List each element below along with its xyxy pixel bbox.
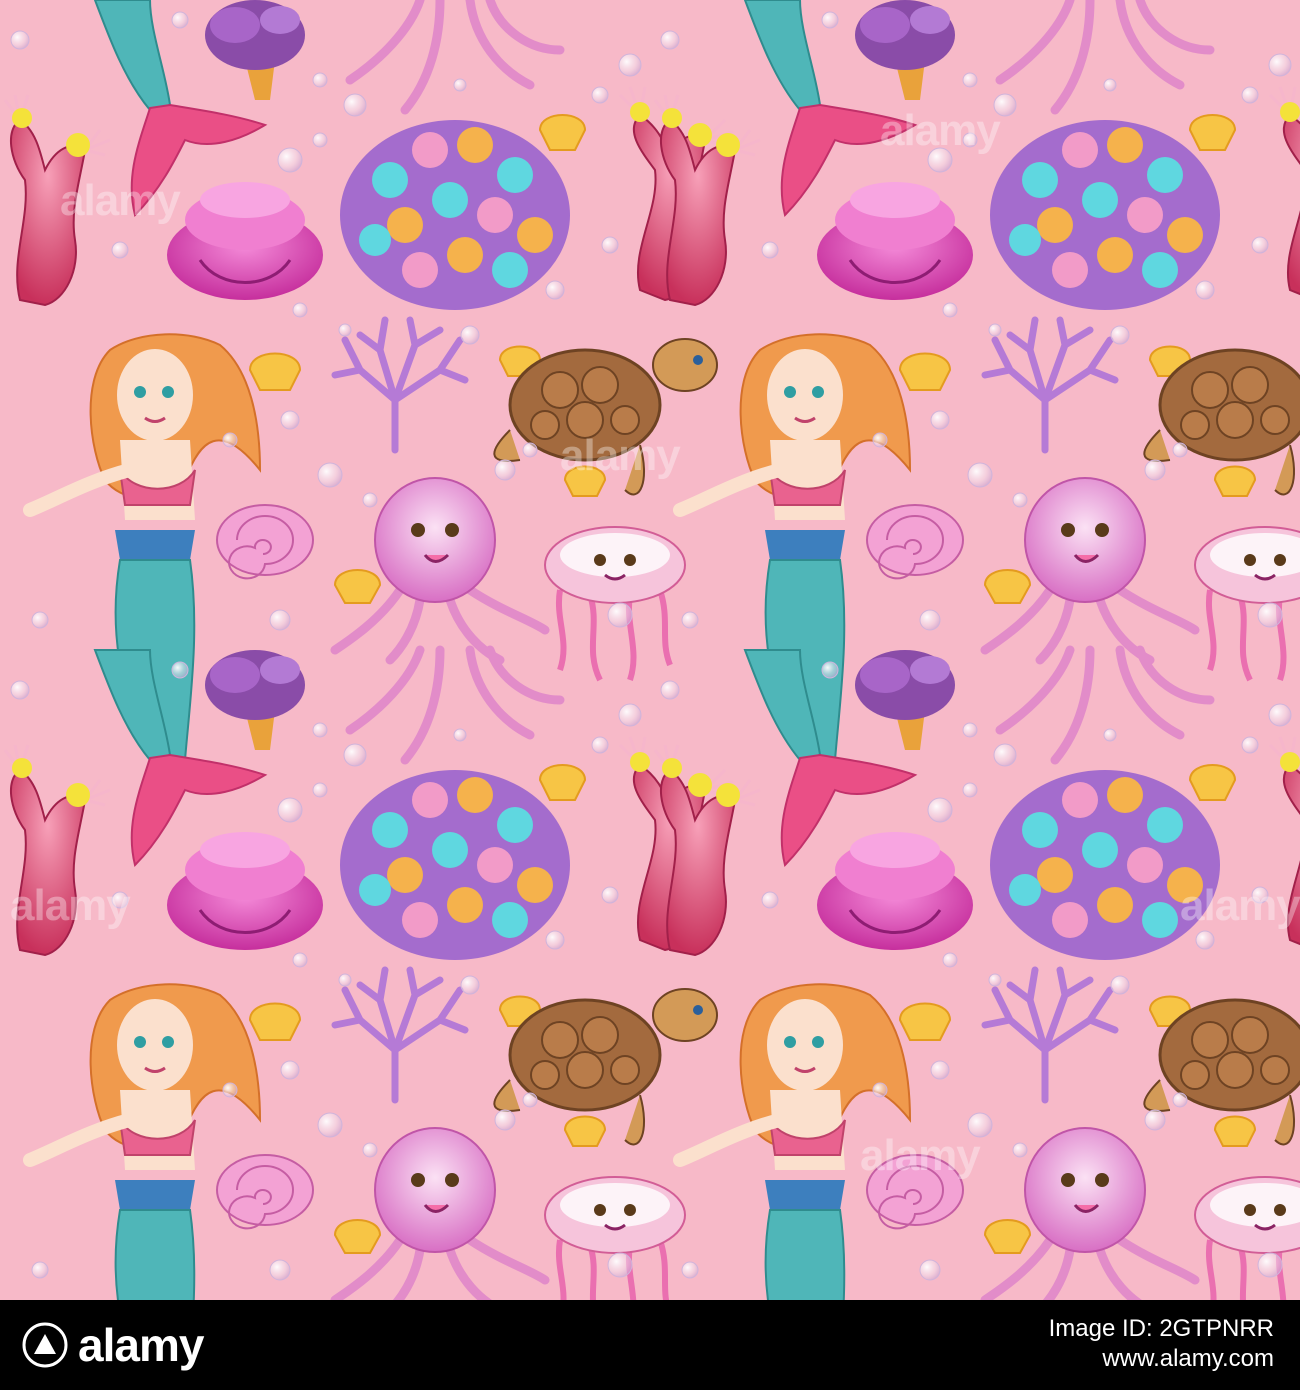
stock-footer: alamy Image ID: 2GTPNRR www.alamy.com [0, 1300, 1300, 1390]
site-url[interactable]: www.alamy.com [1049, 1344, 1274, 1374]
image-id: Image ID: 2GTPNRR [1048, 1315, 1274, 1342]
pattern-artwork: alamy alamy alamy alamy alamy alamy [0, 0, 1300, 1300]
alamy-logo[interactable]: alamy [22, 1318, 204, 1372]
seamless-sea-pattern: alamy alamy alamy alamy alamy alamy [0, 0, 1300, 1300]
watermark-text: alamy [860, 1131, 981, 1180]
watermark-text: alamy [60, 176, 181, 225]
watermark-text: alamy [10, 881, 131, 930]
watermark-text: alamy [560, 431, 681, 480]
watermark-text: alamy [1180, 881, 1300, 930]
footer-info: Image ID: 2GTPNRR www.alamy.com [1049, 1314, 1274, 1374]
alamy-logo-icon [22, 1322, 68, 1368]
brand-name: alamy [78, 1319, 204, 1371]
watermark-text: alamy [880, 106, 1001, 155]
